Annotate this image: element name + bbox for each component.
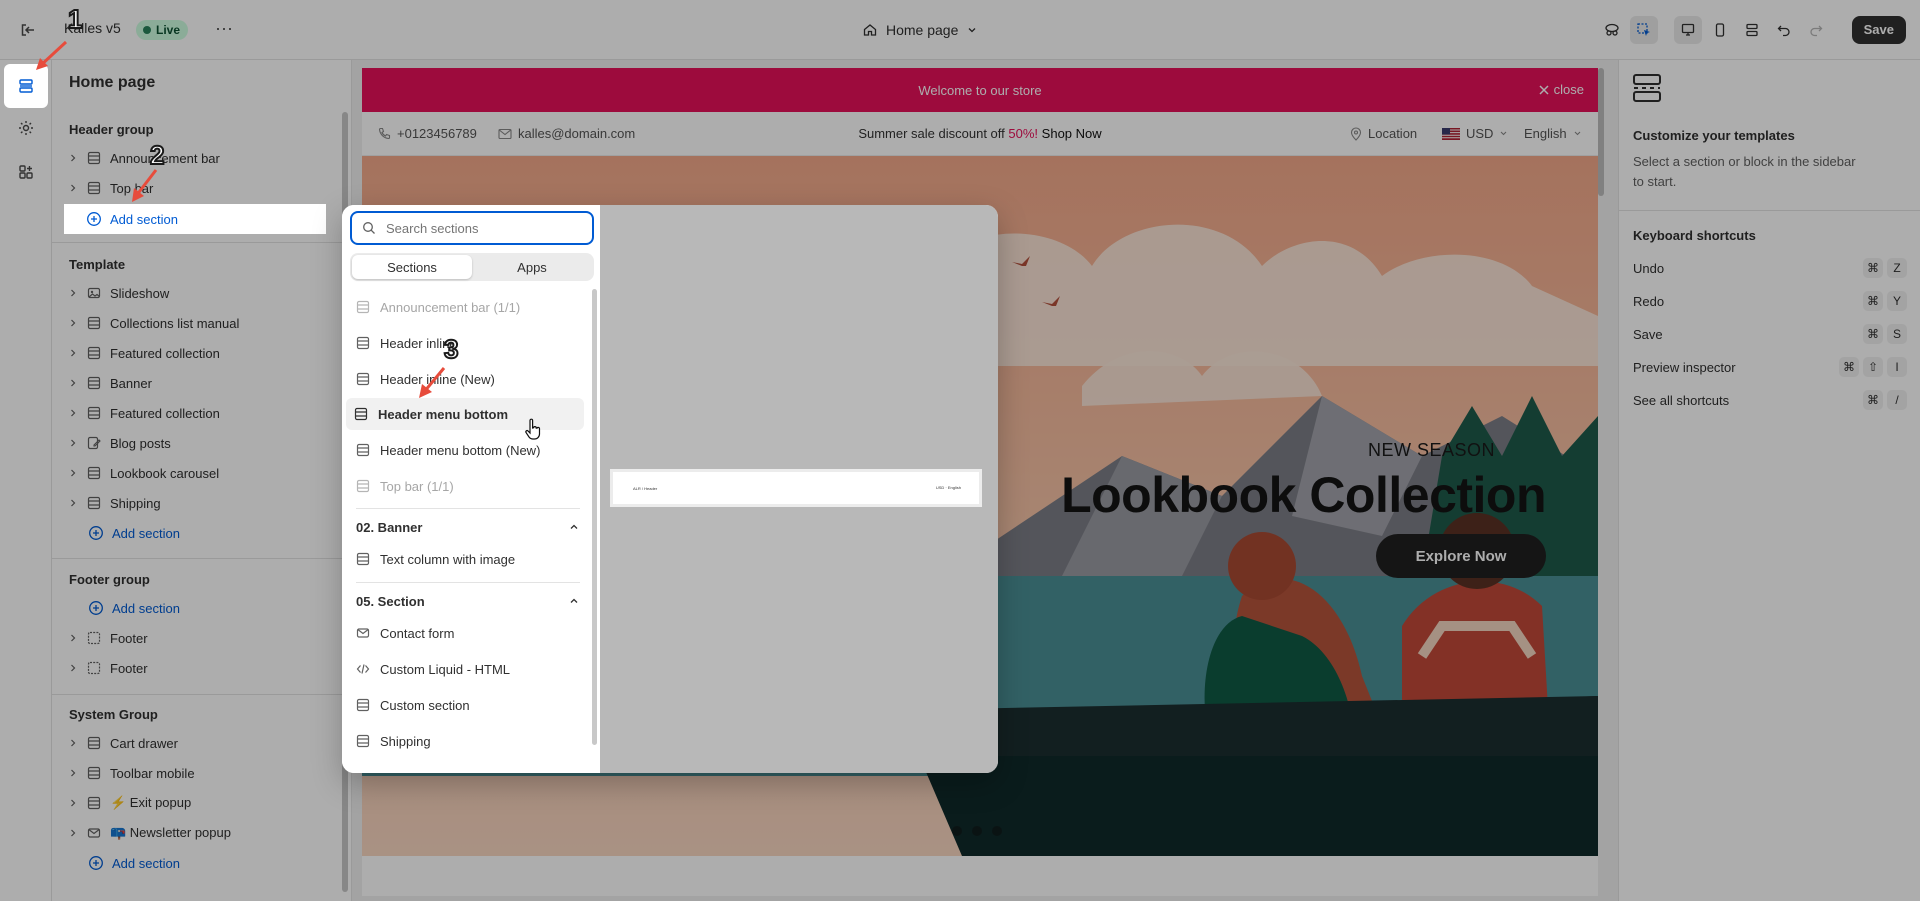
plus-circle-icon [87, 212, 101, 226]
code-icon [356, 664, 370, 674]
picker-item-shipping[interactable]: Shipping [348, 725, 584, 757]
picker-item-custom-liquid[interactable]: Custom Liquid - HTML [348, 653, 584, 685]
section-icon [356, 698, 370, 712]
section-icon [356, 336, 370, 350]
section-preview-pane: ALR / Header USD · English [600, 205, 998, 773]
picker-item-custom-section[interactable]: Custom section [348, 689, 584, 721]
section-picker-list: Sections Apps Announcement bar (1/1) Hea… [342, 205, 600, 773]
picker-item-top-bar: Top bar (1/1) [348, 470, 584, 502]
picker-item-contact-form[interactable]: Contact form [348, 617, 584, 649]
search-sections-field[interactable] [350, 211, 594, 245]
annotation-number-2: 2 [149, 139, 166, 171]
picker-item-announcement-bar: Announcement bar (1/1) [348, 291, 584, 323]
chevron-up-icon [570, 598, 578, 603]
sections-icon [19, 79, 33, 93]
section-icon [356, 479, 370, 493]
picker-item-header-menu-bottom[interactable]: Header menu bottom [346, 398, 584, 430]
picker-item-header-inline[interactable]: Header inline [348, 327, 584, 359]
tab-apps[interactable]: Apps [472, 255, 592, 279]
section-icon [354, 407, 368, 421]
section-icon [356, 443, 370, 457]
tab-sections[interactable]: Sections [352, 255, 472, 279]
picker-group-section[interactable]: 05. Section [356, 591, 580, 611]
annotation-arrow-3 [419, 367, 446, 398]
annotation-number-3: 3 [443, 333, 460, 365]
search-sections-input[interactable] [386, 220, 576, 236]
picker-item-header-inline-new[interactable]: Header inline (New) [348, 363, 584, 395]
search-icon [363, 222, 375, 234]
chevron-up-icon [570, 524, 578, 529]
section-preview-thumbnail: ALR / Header USD · English [610, 469, 982, 507]
annotation-arrow-2 [132, 169, 158, 202]
picker-tabs: Sections Apps [350, 253, 594, 281]
section-icon [356, 552, 370, 566]
section-icon [356, 372, 370, 386]
section-icon [356, 300, 370, 314]
add-section-highlight[interactable]: Add section [64, 204, 326, 234]
email-icon [356, 628, 370, 638]
hand-cursor-icon [525, 418, 541, 440]
add-section-popover: Sections Apps Announcement bar (1/1) Hea… [342, 205, 998, 773]
annotation-number-1: 1 [67, 3, 84, 35]
picker-scrollbar[interactable] [592, 289, 597, 745]
section-icon [356, 734, 370, 748]
picker-item-header-menu-bottom-new[interactable]: Header menu bottom (New) [348, 434, 584, 466]
picker-group-banner[interactable]: 02. Banner [356, 517, 580, 537]
picker-item-text-column-with-image[interactable]: Text column with image [348, 543, 584, 575]
annotation-arrow-1 [36, 40, 68, 70]
add-section-label: Add section [110, 211, 178, 227]
